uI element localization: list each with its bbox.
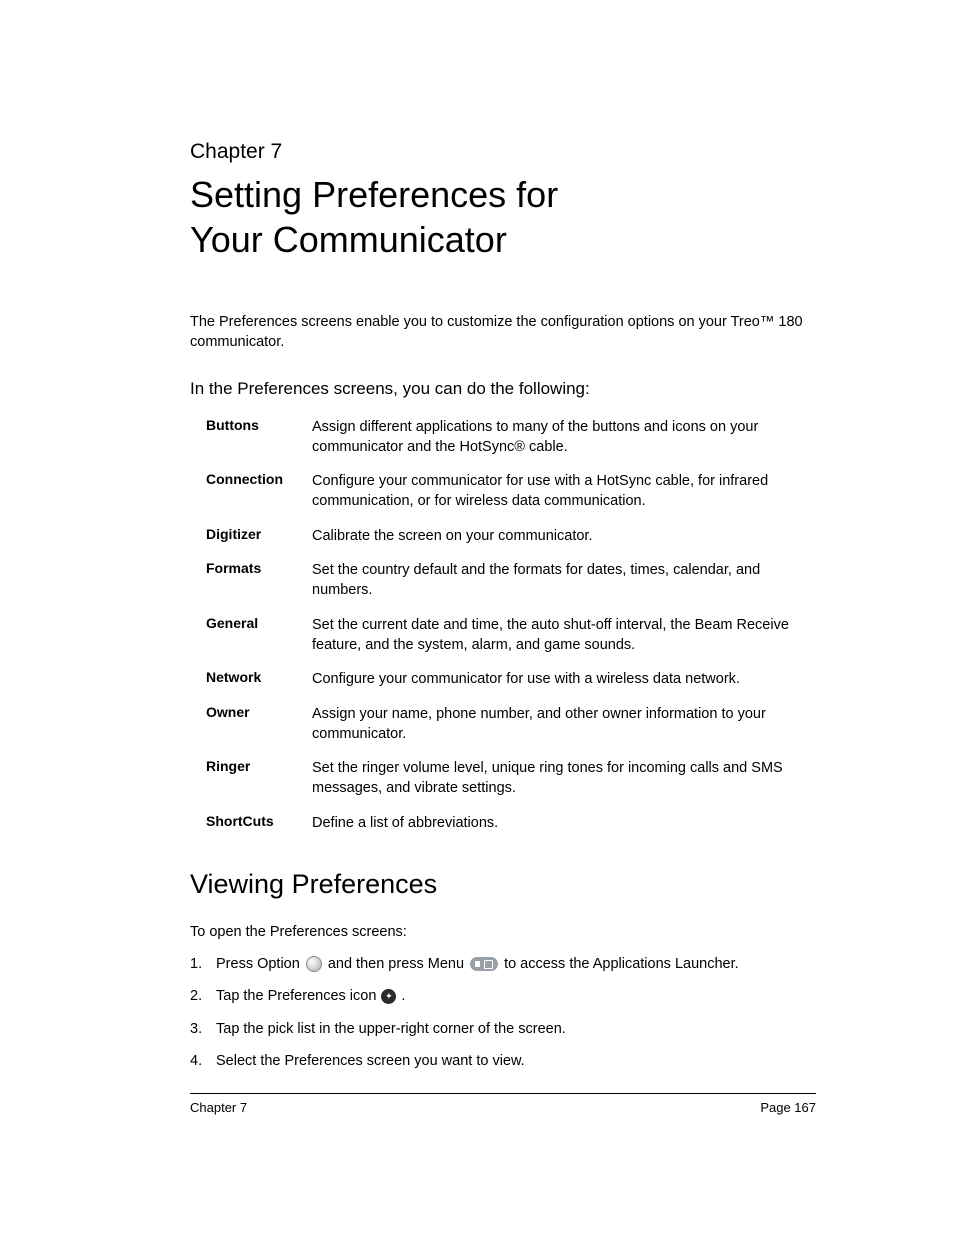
viewing-preferences-heading: Viewing Preferences	[190, 869, 816, 900]
step-number: 2.	[190, 986, 216, 1006]
pref-desc: Assign different applications to many of…	[312, 417, 816, 458]
pref-row-buttons: Buttons Assign different applications to…	[206, 417, 816, 458]
step-4: 4. Select the Preferences screen you wan…	[190, 1051, 816, 1071]
pref-term: Network	[206, 669, 312, 685]
preferences-table: Buttons Assign different applications to…	[206, 417, 816, 833]
step-3: 3. Tap the pick list in the upper-right …	[190, 1019, 816, 1039]
title-line-2: Your Communicator	[190, 219, 507, 260]
pref-desc: Set the current date and time, the auto …	[312, 615, 816, 656]
pref-term: Formats	[206, 560, 312, 576]
page-footer: Chapter 7 Page 167	[190, 1093, 816, 1115]
footer-page-number: Page 167	[760, 1100, 816, 1115]
step-2-part-b: .	[401, 986, 405, 1006]
step-text: Select the Preferences screen you want t…	[216, 1051, 816, 1071]
intro-paragraph: The Preferences screens enable you to cu…	[190, 312, 816, 353]
document-page: Chapter 7 Setting Preferences for Your C…	[0, 0, 954, 1235]
pref-term: Connection	[206, 471, 312, 487]
preferences-icon: ✦	[381, 989, 396, 1004]
chapter-label: Chapter 7	[190, 140, 816, 164]
pref-desc: Set the ringer volume level, unique ring…	[312, 758, 816, 799]
step-text: Press Option and then press Menu to acce…	[216, 954, 816, 974]
step-2: 2. Tap the Preferences icon ✦.	[190, 986, 816, 1006]
menu-button-icon	[470, 957, 498, 971]
pref-row-formats: Formats Set the country default and the …	[206, 560, 816, 601]
step-1-part-a: Press Option	[216, 954, 300, 974]
preferences-subhead: In the Preferences screens, you can do t…	[190, 379, 816, 399]
pref-term: General	[206, 615, 312, 631]
pref-term: ShortCuts	[206, 813, 312, 829]
pref-row-owner: Owner Assign your name, phone number, an…	[206, 704, 816, 745]
step-number: 1.	[190, 954, 216, 974]
step-1-part-c: to access the Applications Launcher.	[504, 954, 739, 974]
footer-chapter: Chapter 7	[190, 1100, 247, 1115]
pref-desc: Calibrate the screen on your communicato…	[312, 526, 816, 546]
pref-row-connection: Connection Configure your communicator f…	[206, 471, 816, 512]
pref-term: Owner	[206, 704, 312, 720]
pref-row-ringer: Ringer Set the ringer volume level, uniq…	[206, 758, 816, 799]
steps-heading: To open the Preferences screens:	[190, 924, 816, 940]
pref-term: Digitizer	[206, 526, 312, 542]
pref-desc: Configure your communicator for use with…	[312, 669, 816, 689]
option-button-icon	[306, 956, 322, 972]
step-1-part-b: and then press Menu	[328, 954, 464, 974]
pref-row-network: Network Configure your communicator for …	[206, 669, 816, 689]
pref-term: Buttons	[206, 417, 312, 433]
step-1: 1. Press Option and then press Menu to a…	[190, 954, 816, 974]
title-line-1: Setting Preferences for	[190, 174, 558, 215]
pref-row-shortcuts: ShortCuts Define a list of abbreviations…	[206, 813, 816, 833]
step-number: 3.	[190, 1019, 216, 1039]
pref-desc: Set the country default and the formats …	[312, 560, 816, 601]
pref-desc: Define a list of abbreviations.	[312, 813, 816, 833]
step-text: Tap the Preferences icon ✦.	[216, 986, 816, 1006]
pref-desc: Assign your name, phone number, and othe…	[312, 704, 816, 745]
step-text: Tap the pick list in the upper-right cor…	[216, 1019, 816, 1039]
pref-row-general: General Set the current date and time, t…	[206, 615, 816, 656]
step-2-part-a: Tap the Preferences icon	[216, 986, 376, 1006]
step-list: 1. Press Option and then press Menu to a…	[190, 954, 816, 1071]
pref-term: Ringer	[206, 758, 312, 774]
step-number: 4.	[190, 1051, 216, 1071]
pref-row-digitizer: Digitizer Calibrate the screen on your c…	[206, 526, 816, 546]
pref-desc: Configure your communicator for use with…	[312, 471, 816, 512]
chapter-title: Setting Preferences for Your Communicato…	[190, 172, 816, 262]
